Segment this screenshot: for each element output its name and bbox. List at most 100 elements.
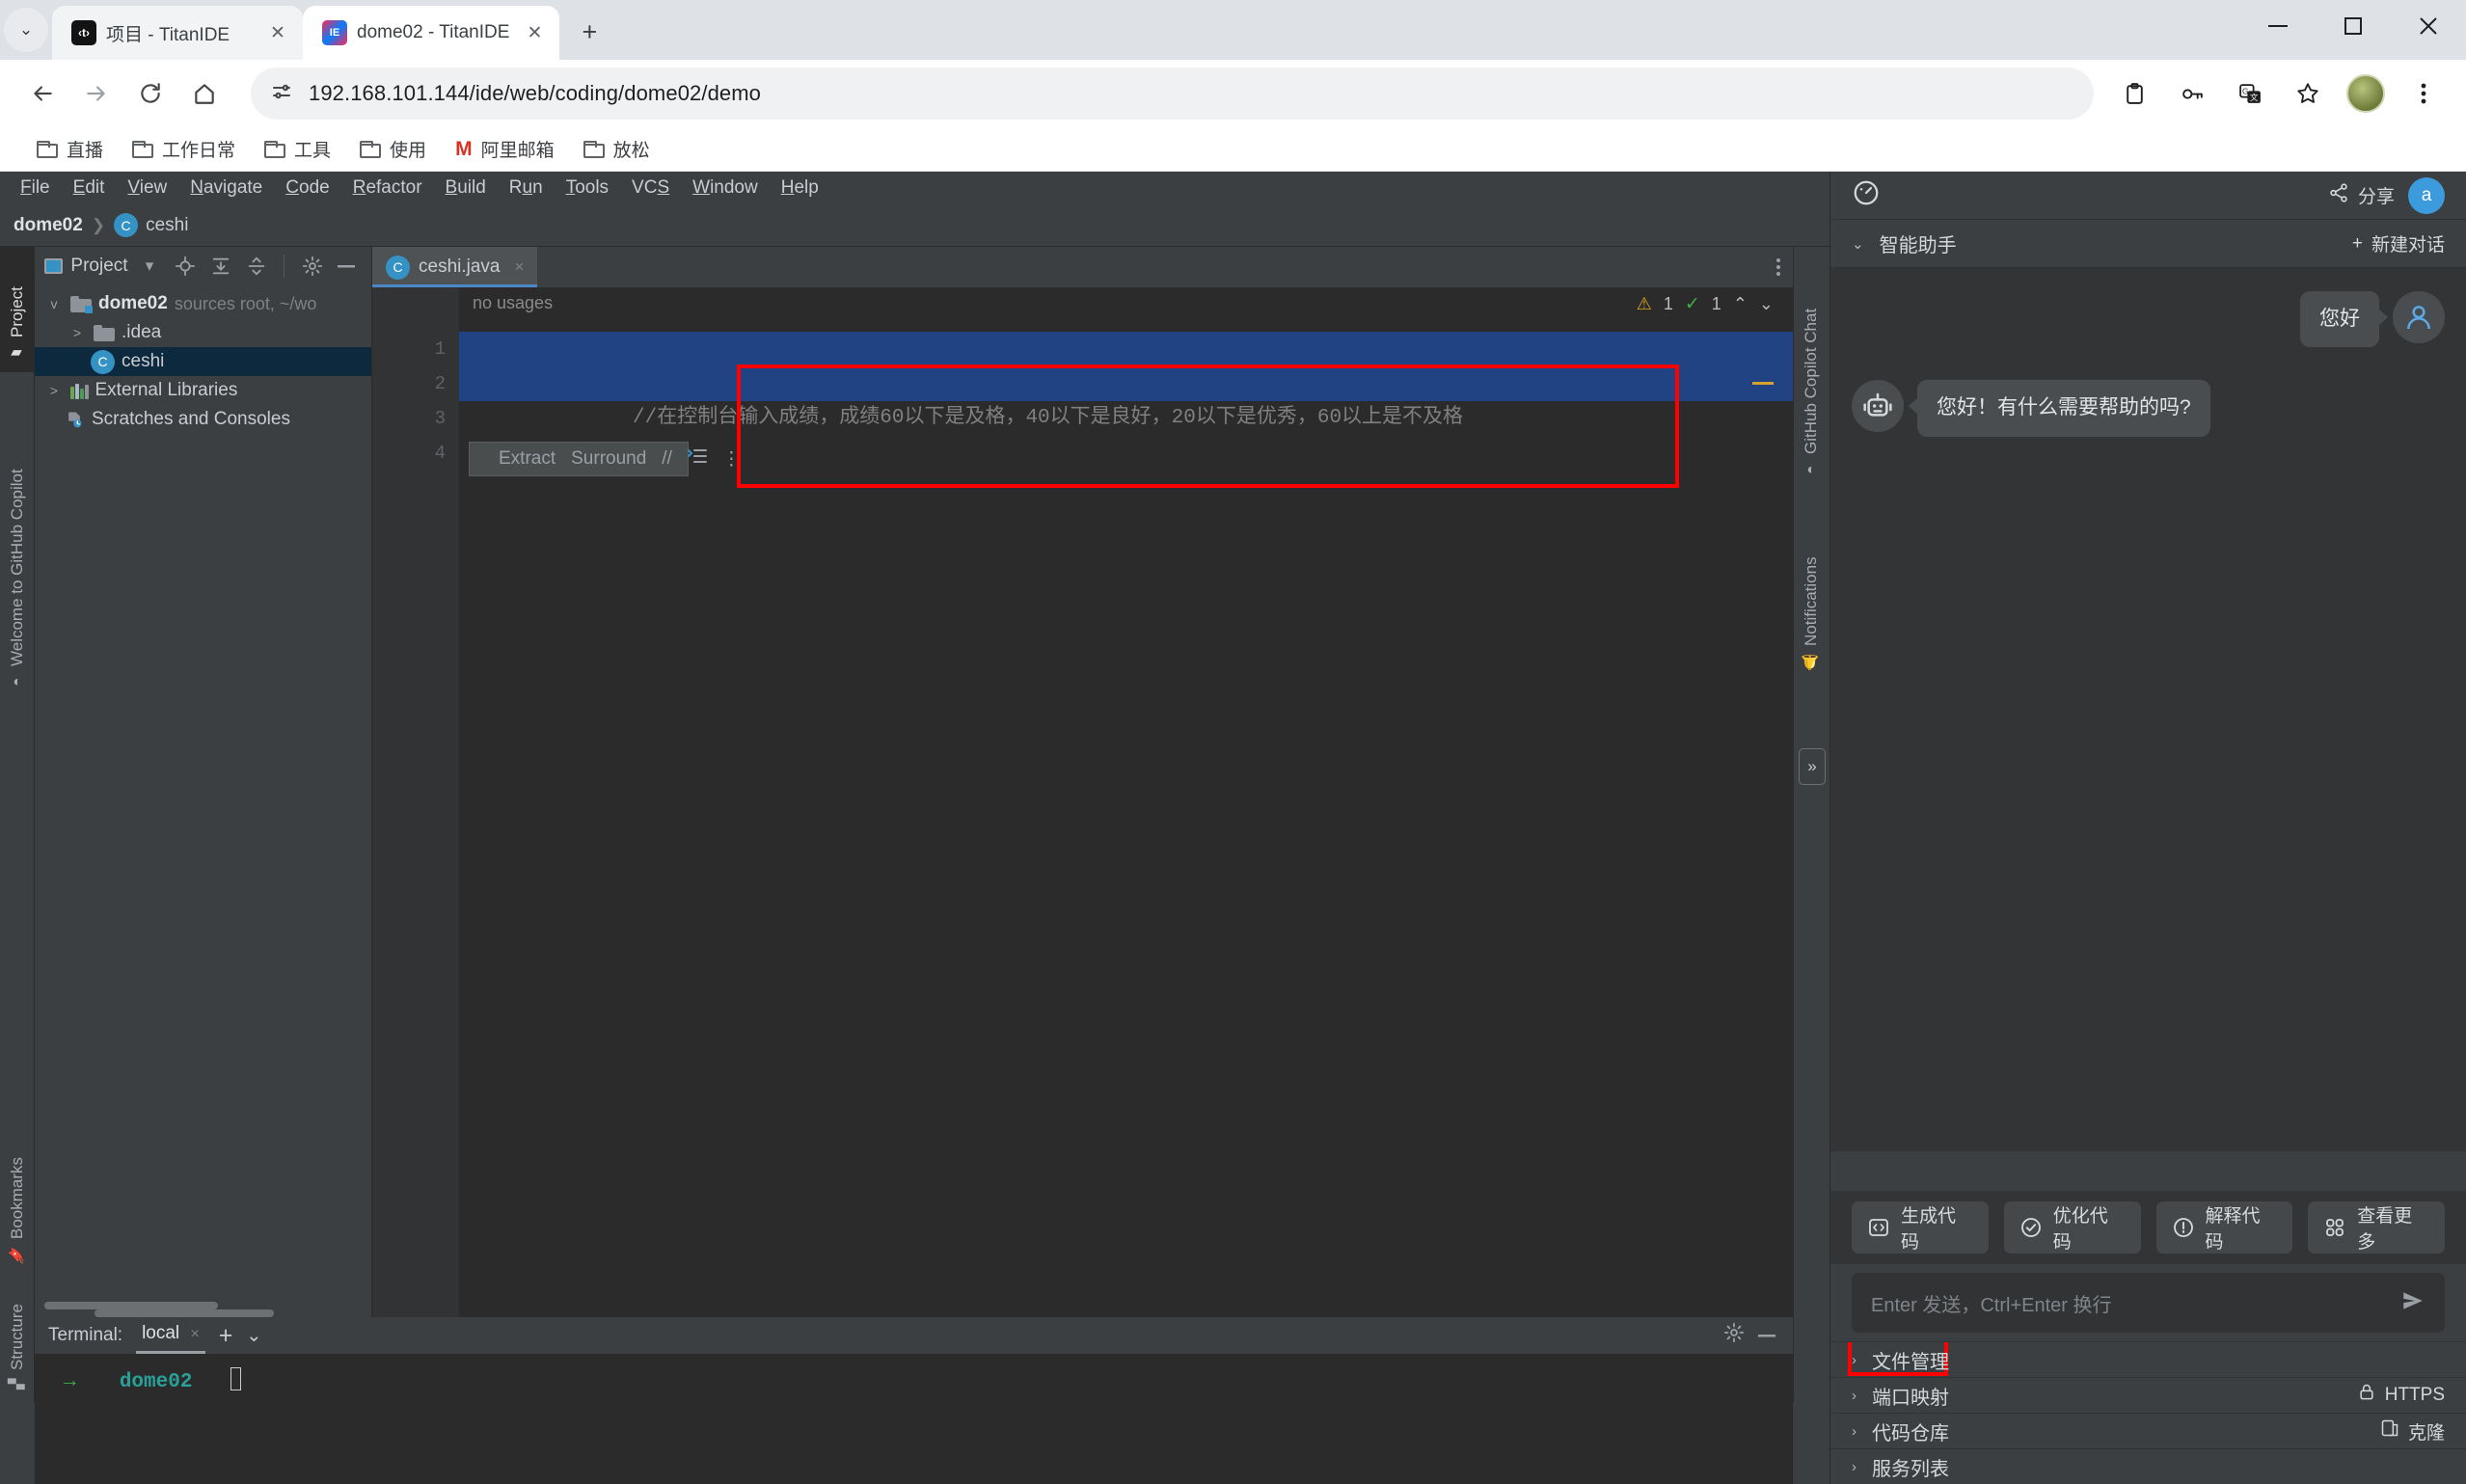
sidebar-item-welcome-copilot[interactable]: ◑ Welcome to GitHub Copilot <box>0 382 35 700</box>
close-icon[interactable]: × <box>190 1326 199 1342</box>
reload-icon[interactable] <box>123 67 177 121</box>
bookmark-item[interactable]: M 阿里邮箱 <box>444 131 566 167</box>
menu-vcs[interactable]: VCS <box>621 175 680 202</box>
sidebar-item-structure[interactable]: ▞ Structure <box>0 1259 35 1399</box>
tree-node-ceshi[interactable]: C ceshi <box>35 347 371 376</box>
gear-icon[interactable] <box>1723 1322 1745 1349</box>
sidebar-item-notifications[interactable]: 🔔 Notifications <box>1794 502 1829 681</box>
menu-code[interactable]: Code <box>275 175 339 202</box>
https-action[interactable]: HTTPS <box>2357 1383 2445 1408</box>
explain-code-button[interactable]: 解释代码 <box>2155 1201 2293 1254</box>
terminal-output[interactable]: → dome02 <box>35 1354 1793 1393</box>
sidebar-item-github-copilot-chat[interactable]: ◑ GitHub Copilot Chat <box>1794 247 1829 488</box>
browser-tab-1[interactable]: IE dome02 - TitanIDE ✕ <box>303 6 560 60</box>
menu-view[interactable]: View <box>117 175 177 202</box>
editor-tab-ceshi-java[interactable]: C ceshi.java × <box>372 247 538 287</box>
extract-action[interactable]: Extract <box>499 448 556 470</box>
home-icon[interactable] <box>177 67 231 121</box>
dashboard-icon[interactable] <box>1852 178 1881 212</box>
expand-tool-window-button[interactable]: » <box>1799 748 1826 785</box>
list-icon[interactable] <box>687 448 707 470</box>
bookmark-item[interactable]: 工作日常 <box>121 131 247 167</box>
optimize-code-button[interactable]: 优化代码 <box>2003 1201 2141 1254</box>
menu-navigate[interactable]: Navigate <box>179 175 273 202</box>
accordion-port-mapping[interactable]: › 端口映射 HTTPS <box>1830 1377 2466 1413</box>
hide-panel-icon[interactable] <box>334 252 362 281</box>
add-terminal-icon[interactable]: + <box>219 1322 233 1350</box>
menu-build[interactable]: Build <box>435 175 497 202</box>
menu-window[interactable]: Window <box>682 175 769 202</box>
menu-help[interactable]: Help <box>771 175 829 202</box>
accordion-file-management[interactable]: › 文件管理 <box>1830 1341 2466 1377</box>
tab-search-button[interactable]: ⌄ <box>0 0 52 60</box>
chevron-down-icon[interactable]: v <box>44 296 64 311</box>
terminal-session-tab[interactable]: local × <box>136 1323 205 1354</box>
clone-action[interactable]: 克隆 <box>2380 1418 2445 1444</box>
forward-icon[interactable] <box>69 67 123 121</box>
quick-action-bar: 生成代码 优化代码 解释代码 查看更多 <box>1830 1191 2466 1264</box>
tree-node-external-libraries[interactable]: > External Libraries <box>35 376 371 405</box>
view-more-button[interactable]: 查看更多 <box>2308 1201 2445 1254</box>
share-button[interactable]: 分享 <box>2328 182 2395 209</box>
minimize-icon[interactable] <box>1758 1322 1779 1349</box>
accordion-code-repository[interactable]: › 代码仓库 克隆 <box>1830 1413 2466 1448</box>
breadcrumb-file[interactable]: C ceshi <box>114 213 188 237</box>
chevron-right-icon[interactable]: > <box>68 325 87 340</box>
close-icon[interactable]: ✕ <box>519 17 550 48</box>
browser-tab-0[interactable]: ‹t› 项目 - TitanIDE ✕ <box>52 6 303 60</box>
bookmark-item[interactable]: 放松 <box>572 131 662 167</box>
collapse-all-icon[interactable] <box>242 252 270 281</box>
profile-avatar[interactable] <box>2339 67 2393 121</box>
menu-run[interactable]: Run <box>499 175 554 202</box>
avatar[interactable]: a <box>2408 176 2445 214</box>
bookmark-item[interactable]: 使用 <box>348 131 438 167</box>
new-tab-button[interactable]: + <box>567 10 611 54</box>
editor-tabs-more-icon[interactable] <box>1775 247 1793 287</box>
back-icon[interactable] <box>15 67 69 121</box>
chevron-down-icon[interactable]: ▾ <box>136 252 164 281</box>
address-bar[interactable]: 192.168.101.144/ide/web/coding/dome02/de… <box>251 67 2094 120</box>
sidebar-item-bookmarks[interactable]: 🔖 Bookmarks <box>0 1115 35 1274</box>
tree-node-idea[interactable]: > .idea <box>35 318 371 347</box>
surround-action[interactable]: Surround <box>571 448 646 470</box>
more-options-icon[interactable]: ⋮ <box>722 448 741 471</box>
close-icon[interactable]: ✕ <box>262 17 293 48</box>
settings-gear-icon[interactable] <box>298 252 326 281</box>
chat-input-wrapper[interactable]: Enter 发送，Ctrl+Enter 换行 <box>1852 1273 2445 1333</box>
chevron-down-icon[interactable]: ⌄ <box>1852 235 1864 253</box>
close-icon[interactable] <box>2391 0 2466 52</box>
password-key-icon[interactable] <box>2165 67 2219 121</box>
terminal-dropdown-icon[interactable]: ⌄ <box>246 1325 261 1347</box>
accordion-service-list[interactable]: › 服务列表 <box>1830 1448 2466 1484</box>
close-icon[interactable]: × <box>515 257 525 277</box>
maximize-icon[interactable] <box>2316 0 2391 52</box>
new-chat-button[interactable]: + 新建对话 <box>2352 230 2445 256</box>
intention-actions-popup[interactable]: Extract Surround // ⋮ <box>469 442 741 476</box>
breadcrumb-project[interactable]: dome02 <box>14 215 83 236</box>
expand-all-icon[interactable] <box>206 252 234 281</box>
bookmark-item[interactable]: 直播 <box>25 131 115 167</box>
send-icon[interactable] <box>2400 1288 2425 1318</box>
chat-input[interactable]: Enter 发送，Ctrl+Enter 换行 <box>1871 1289 2400 1317</box>
terminal-scrollbar[interactable] <box>95 1309 274 1317</box>
menu-edit[interactable]: Edit <box>63 175 116 202</box>
menu-file[interactable]: File <box>10 175 61 202</box>
menu-tools[interactable]: Tools <box>556 175 619 202</box>
clipboard-icon[interactable] <box>2107 67 2161 121</box>
project-panel-scrollbar[interactable] <box>44 1302 218 1309</box>
code-editor[interactable]: no usages public class ceshi { //在控制台输入成… <box>459 287 1793 1317</box>
generate-code-button[interactable]: 生成代码 <box>1852 1201 1989 1254</box>
chrome-menu-icon[interactable] <box>2397 67 2451 121</box>
bookmark-star-icon[interactable] <box>2281 67 2335 121</box>
chevron-right-icon[interactable]: > <box>44 383 64 398</box>
menu-refactor[interactable]: Refactor <box>342 175 433 202</box>
translate-icon[interactable]: 文G <box>2223 67 2277 121</box>
sidebar-item-project[interactable]: ▰ Project <box>0 247 35 372</box>
tree-node-dome02[interactable]: v dome02 sources root, ~/wo <box>35 289 371 318</box>
locate-icon[interactable] <box>171 252 199 281</box>
tree-node-scratches[interactable]: Scratches and Consoles <box>35 405 371 434</box>
site-settings-icon[interactable] <box>270 80 293 108</box>
minimize-icon[interactable] <box>2240 0 2316 52</box>
bookmark-item[interactable]: 工具 <box>253 131 342 167</box>
comment-action-icon[interactable]: // <box>662 448 672 470</box>
